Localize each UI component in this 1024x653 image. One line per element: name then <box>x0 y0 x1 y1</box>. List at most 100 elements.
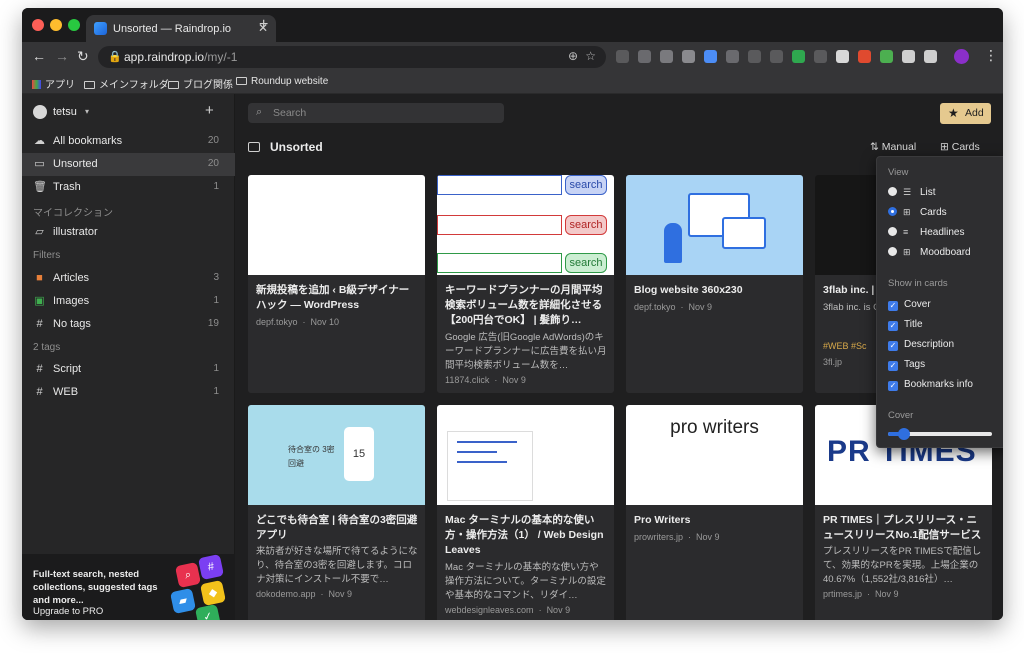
check-icon: ✓ <box>888 321 898 331</box>
reload-icon[interactable]: ↻ <box>77 48 89 65</box>
bookmark-card[interactable]: Mac ターミナルの基本的な使い方・操作方法（1） / Web Design L… <box>437 405 614 620</box>
new-tab-icon[interactable]: + <box>259 16 268 34</box>
bookmark-card[interactable]: search search search キーワードプランナーの月間平均検索ボリ… <box>437 175 614 393</box>
sidebar-item-illustrator[interactable]: ▱ illustrator <box>22 221 235 244</box>
search-input[interactable]: ⌕ Search <box>248 103 504 123</box>
sidebar-item-no-tags[interactable]: # No tags 19 <box>22 313 235 336</box>
hash-tile-icon: # <box>197 553 225 581</box>
cloud-icon: ☁ <box>34 135 45 147</box>
user-name[interactable]: tetsu <box>53 106 77 118</box>
tab-bar: Unsorted — Raindrop.io ✕ + <box>22 8 1003 42</box>
bookmark-card[interactable]: 新規投稿を追加 ‹ B級デザイナーハック — WordPress depf.to… <box>248 175 425 393</box>
radio-icon <box>888 247 897 256</box>
slider-handle[interactable] <box>897 428 910 440</box>
card-cover: 待合室の 3密回避 15 <box>248 405 425 505</box>
extension-icon[interactable] <box>814 50 827 63</box>
bookmark-apps[interactable]: アプリ <box>32 76 75 91</box>
sidebar-item-tag-script[interactable]: # Script 1 <box>22 358 235 381</box>
add-button[interactable]: ★ Add <box>940 103 991 124</box>
collections-heading: マイコレクション <box>33 208 113 219</box>
card-cover <box>626 175 803 275</box>
chevron-down-icon[interactable]: ▾ <box>85 107 89 116</box>
sidebar-item-images[interactable]: ▣ Images 1 <box>22 290 235 313</box>
tab-title: Unsorted — Raindrop.io <box>113 23 232 35</box>
bookmark-folder[interactable]: メインフォルダ <box>84 76 169 91</box>
bookmark-card[interactable]: 待合室の 3密回避 15 どこでも待合室 | 待合室の3密回避アプリ 来訪者が好… <box>248 405 425 620</box>
headlines-icon: ≡ <box>903 227 909 237</box>
brush-extension-icon[interactable] <box>726 50 739 63</box>
grid-icon: ⊞ <box>903 207 911 217</box>
url-text: app.raindrop.io/my/-1 <box>124 50 238 64</box>
puzzle-icon[interactable] <box>902 50 915 63</box>
folder-icon <box>84 81 95 89</box>
tag-tile-icon: ◆ <box>199 579 227 607</box>
view-option-cards[interactable]: ⊞ Cards <box>888 207 947 221</box>
radio-icon <box>888 187 897 196</box>
search-extension-icon[interactable] <box>682 50 695 63</box>
filters-heading: Filters <box>33 250 61 261</box>
show-title-checkbox[interactable]: ✓ Title <box>888 319 923 333</box>
upgrade-promo[interactable]: Full-text search, nested collections, su… <box>22 553 235 620</box>
check-icon: ✓ <box>888 361 898 371</box>
show-description-checkbox[interactable]: ✓ Description <box>888 339 954 353</box>
zoom-window-button[interactable] <box>68 19 80 31</box>
browser-tab[interactable]: Unsorted — Raindrop.io ✕ <box>86 15 276 42</box>
radio-selected-icon <box>888 207 897 216</box>
article-icon: ■ <box>36 272 43 284</box>
view-option-headlines[interactable]: ≡ Headlines <box>888 227 964 241</box>
show-tags-checkbox[interactable]: ✓ Tags <box>888 359 925 373</box>
profile-avatar[interactable] <box>954 49 969 64</box>
card-cover: pro writers <box>626 405 803 505</box>
extension-icon[interactable] <box>880 50 893 63</box>
bookmark-card[interactable]: pro writers Pro Writers prowriters.jp · … <box>626 405 803 620</box>
view-button[interactable]: ⊞ Cards <box>940 141 980 153</box>
sort-button[interactable]: ⇅ Manual <box>870 141 916 153</box>
folder-icon: ▱ <box>35 226 44 238</box>
pocket-icon[interactable] <box>638 50 651 63</box>
cover-size-slider[interactable] <box>888 428 992 440</box>
card-cover <box>248 175 425 275</box>
sidebar-item-trash[interactable]: 🗑 Trash 1 <box>22 176 235 199</box>
sidebar-item-tag-web[interactable]: # WEB 1 <box>22 381 235 404</box>
close-window-button[interactable] <box>32 19 44 31</box>
star-icon: ★ <box>948 106 959 120</box>
bookmark-folder[interactable]: ブログ関係 <box>168 76 233 91</box>
show-bookmarks-info-checkbox[interactable]: ✓ Bookmarks info <box>888 379 973 393</box>
forward-icon[interactable]: → <box>55 48 69 64</box>
hash-icon: # <box>36 386 43 398</box>
menu-dots-icon[interactable]: ⋮ <box>984 47 998 64</box>
minimize-window-button[interactable] <box>50 19 62 31</box>
extension-icon[interactable] <box>836 50 849 63</box>
bookmark-star-icon[interactable]: ☆ <box>585 49 596 63</box>
hash-icon: # <box>36 363 43 375</box>
address-bar[interactable]: 🔒 app.raindrop.io/my/-1 ⊕ ☆ <box>98 46 606 68</box>
checkbox-extension-icon[interactable] <box>792 50 805 63</box>
view-option-moodboard[interactable]: ⊞ Moodboard <box>888 247 971 261</box>
avatar[interactable] <box>33 105 47 119</box>
view-option-list[interactable]: ☰ List <box>888 187 936 201</box>
upgrade-link[interactable]: Upgrade to PRO <box>33 606 103 617</box>
sidebar-item-articles[interactable]: ■ Articles 3 <box>22 267 235 290</box>
extension-icon[interactable] <box>858 50 871 63</box>
raindrop-favicon-icon <box>94 22 107 35</box>
sidebar-item-unsorted[interactable]: ▭ Unsorted 20 <box>22 153 235 176</box>
sidebar-item-all-bookmarks[interactable]: ☁ All bookmarks 20 <box>22 130 235 153</box>
reading-list-icon[interactable] <box>924 50 937 63</box>
sort-icon: ⇅ <box>870 141 879 153</box>
check-icon: ✓ <box>888 301 898 311</box>
function-extension-icon[interactable] <box>770 50 783 63</box>
camera-icon[interactable] <box>660 50 673 63</box>
extension-icon[interactable] <box>616 50 629 63</box>
add-icon[interactable]: ⊕ <box>568 49 578 63</box>
show-cover-checkbox[interactable]: ✓ Cover <box>888 299 931 313</box>
close-extension-icon[interactable] <box>748 50 761 63</box>
list-icon: ☰ <box>903 187 912 197</box>
bookmark-folder[interactable]: Roundup website <box>236 76 328 87</box>
card-cover <box>437 405 614 505</box>
google-extension-icon[interactable] <box>704 50 717 63</box>
back-icon[interactable]: ← <box>32 48 46 64</box>
bookmark-card[interactable]: Blog website 360x230 depf.tokyo · Nov 9 <box>626 175 803 393</box>
folder-icon <box>168 81 179 89</box>
check-tile-icon: ✓ <box>194 603 222 620</box>
add-collection-icon[interactable]: + <box>205 102 214 119</box>
